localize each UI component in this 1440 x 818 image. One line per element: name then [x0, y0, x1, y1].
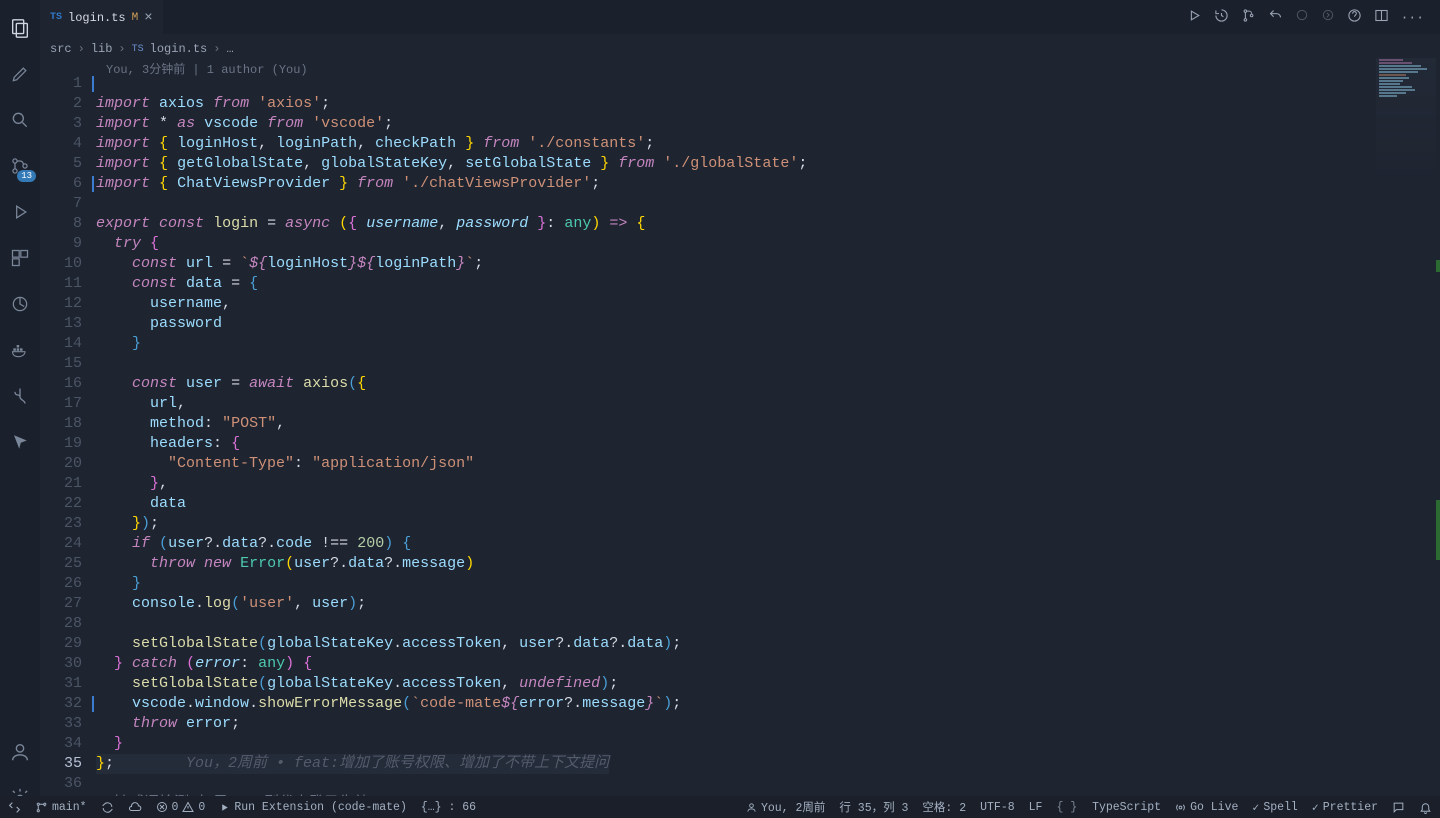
- revert-icon[interactable]: [1266, 6, 1285, 29]
- code-line[interactable]: 25 throw new Error(user?.data?.message): [40, 554, 1420, 574]
- minimap[interactable]: [1376, 58, 1436, 198]
- code-line[interactable]: 4import { loginHost, loginPath, checkPat…: [40, 134, 1420, 154]
- sync-icon[interactable]: [101, 801, 114, 814]
- code-line[interactable]: 2import axios from 'axios';: [40, 94, 1420, 114]
- code-line[interactable]: 15: [40, 354, 1420, 374]
- status-bar: main* 0 0 Run Extension (code-mate) {…} …: [0, 796, 1440, 818]
- scroll-mark: [1436, 260, 1440, 272]
- cloud-icon[interactable]: [128, 800, 142, 814]
- code-line[interactable]: 3import * as vscode from 'vscode';: [40, 114, 1420, 134]
- account-icon[interactable]: [0, 732, 40, 772]
- split-icon[interactable]: [1372, 6, 1391, 29]
- status-spaces[interactable]: 空格: 2: [922, 799, 966, 815]
- status-spell[interactable]: ✓ Spell: [1252, 800, 1297, 815]
- scm-badge: 13: [17, 170, 36, 182]
- editor[interactable]: 12import axios from 'axios';3import * as…: [40, 74, 1420, 802]
- status-blame[interactable]: You, 2周前: [746, 799, 825, 815]
- more-icon[interactable]: ···: [1399, 8, 1426, 27]
- cursor-icon[interactable]: [0, 422, 40, 462]
- gitgraph-icon[interactable]: [0, 376, 40, 416]
- code-line[interactable]: 8export const login = async ({ username,…: [40, 214, 1420, 234]
- crumb-more[interactable]: …: [226, 42, 233, 56]
- timeline-icon[interactable]: [1212, 6, 1231, 29]
- circle-icon[interactable]: [1293, 6, 1311, 28]
- code-line[interactable]: 12 username,: [40, 294, 1420, 314]
- compare-icon[interactable]: [1239, 6, 1258, 29]
- code-line[interactable]: 14 }: [40, 334, 1420, 354]
- status-golive[interactable]: Go Live: [1175, 801, 1238, 814]
- code-line[interactable]: 13 password: [40, 314, 1420, 334]
- crumb-file[interactable]: login.ts: [150, 42, 208, 56]
- code-line[interactable]: 29 setGlobalState(globalStateKey.accessT…: [40, 634, 1420, 654]
- tab-filename: login.ts: [68, 11, 126, 25]
- extensions-icon[interactable]: [0, 238, 40, 278]
- status-prettier[interactable]: ✓ Prettier: [1312, 800, 1378, 815]
- crumb-lib[interactable]: lib: [91, 42, 113, 56]
- tab-login[interactable]: TS login.ts M ×: [40, 0, 163, 34]
- search-icon[interactable]: [0, 100, 40, 140]
- feedback-icon[interactable]: [1392, 801, 1405, 814]
- code-line[interactable]: 20 "Content-Type": "application/json": [40, 454, 1420, 474]
- status-bracket[interactable]: {…} : 66: [421, 801, 476, 814]
- code-line[interactable]: 17 url,: [40, 394, 1420, 414]
- ts-icon: TS: [132, 44, 144, 55]
- code-line[interactable]: 7: [40, 194, 1420, 214]
- explorer-icon[interactable]: [0, 8, 40, 48]
- code-line[interactable]: 18 method: "POST",: [40, 414, 1420, 434]
- status-lang[interactable]: { } TypeScript: [1056, 801, 1161, 814]
- code-line[interactable]: 5import { getGlobalState, globalStateKey…: [40, 154, 1420, 174]
- code-line[interactable]: 9 try {: [40, 234, 1420, 254]
- remote-icon[interactable]: [8, 801, 21, 814]
- code-line[interactable]: 26 }: [40, 574, 1420, 594]
- debug-icon[interactable]: [0, 192, 40, 232]
- status-position[interactable]: 行 35，列 3: [839, 799, 908, 815]
- close-icon[interactable]: ×: [144, 10, 152, 26]
- tab-bar: TS login.ts M × ···: [40, 0, 1440, 34]
- code-line[interactable]: 16 const user = await axios({: [40, 374, 1420, 394]
- crumb-src[interactable]: src: [50, 42, 72, 56]
- code-line[interactable]: 24 if (user?.data?.code !== 200) {: [40, 534, 1420, 554]
- docker-icon[interactable]: [0, 330, 40, 370]
- activity-bar: 13: [0, 0, 40, 818]
- code-line[interactable]: 1: [40, 74, 1420, 94]
- code-line[interactable]: 6import { ChatViewsProvider } from './ch…: [40, 174, 1420, 194]
- code-line[interactable]: 11 const data = {: [40, 274, 1420, 294]
- code-line[interactable]: 33 throw error;: [40, 714, 1420, 734]
- status-problems[interactable]: 0 0: [156, 801, 206, 814]
- code-line[interactable]: 34 }: [40, 734, 1420, 754]
- scroll-mark: [1436, 500, 1440, 560]
- status-branch[interactable]: main*: [35, 801, 87, 814]
- code-line[interactable]: 21 },: [40, 474, 1420, 494]
- code-line[interactable]: 35}; You，2周前 • feat:增加了账号权限、增加了不带上下文提问: [40, 754, 1420, 774]
- breadcrumb[interactable]: src › lib › TS login.ts › …: [50, 38, 234, 60]
- code-line[interactable]: 23 });: [40, 514, 1420, 534]
- status-eol[interactable]: LF: [1029, 801, 1043, 814]
- help-icon[interactable]: [1345, 6, 1364, 29]
- code-line[interactable]: 30 } catch (error: any) {: [40, 654, 1420, 674]
- code-line[interactable]: 22 data: [40, 494, 1420, 514]
- code-line[interactable]: 31 setGlobalState(globalStateKey.accessT…: [40, 674, 1420, 694]
- editor-actions: ···: [1185, 0, 1440, 34]
- code-line[interactable]: 36: [40, 774, 1420, 794]
- next-icon[interactable]: [1319, 6, 1337, 28]
- code-line[interactable]: 32 vscode.window.showErrorMessage(`code-…: [40, 694, 1420, 714]
- edit-icon[interactable]: [0, 54, 40, 94]
- code-line[interactable]: 19 headers: {: [40, 434, 1420, 454]
- code-line[interactable]: 28: [40, 614, 1420, 634]
- status-encoding[interactable]: UTF-8: [980, 801, 1015, 814]
- gitlens-icon[interactable]: [0, 284, 40, 324]
- ts-icon: TS: [50, 12, 62, 23]
- run-icon[interactable]: [1185, 6, 1204, 29]
- bell-icon[interactable]: [1419, 801, 1432, 814]
- source-control-icon[interactable]: 13: [0, 146, 40, 186]
- code-line[interactable]: 27 console.log('user', user);: [40, 594, 1420, 614]
- code-line[interactable]: 10 const url = `${loginHost}${loginPath}…: [40, 254, 1420, 274]
- status-debug[interactable]: Run Extension (code-mate): [219, 801, 407, 814]
- tab-modified: M: [132, 12, 139, 24]
